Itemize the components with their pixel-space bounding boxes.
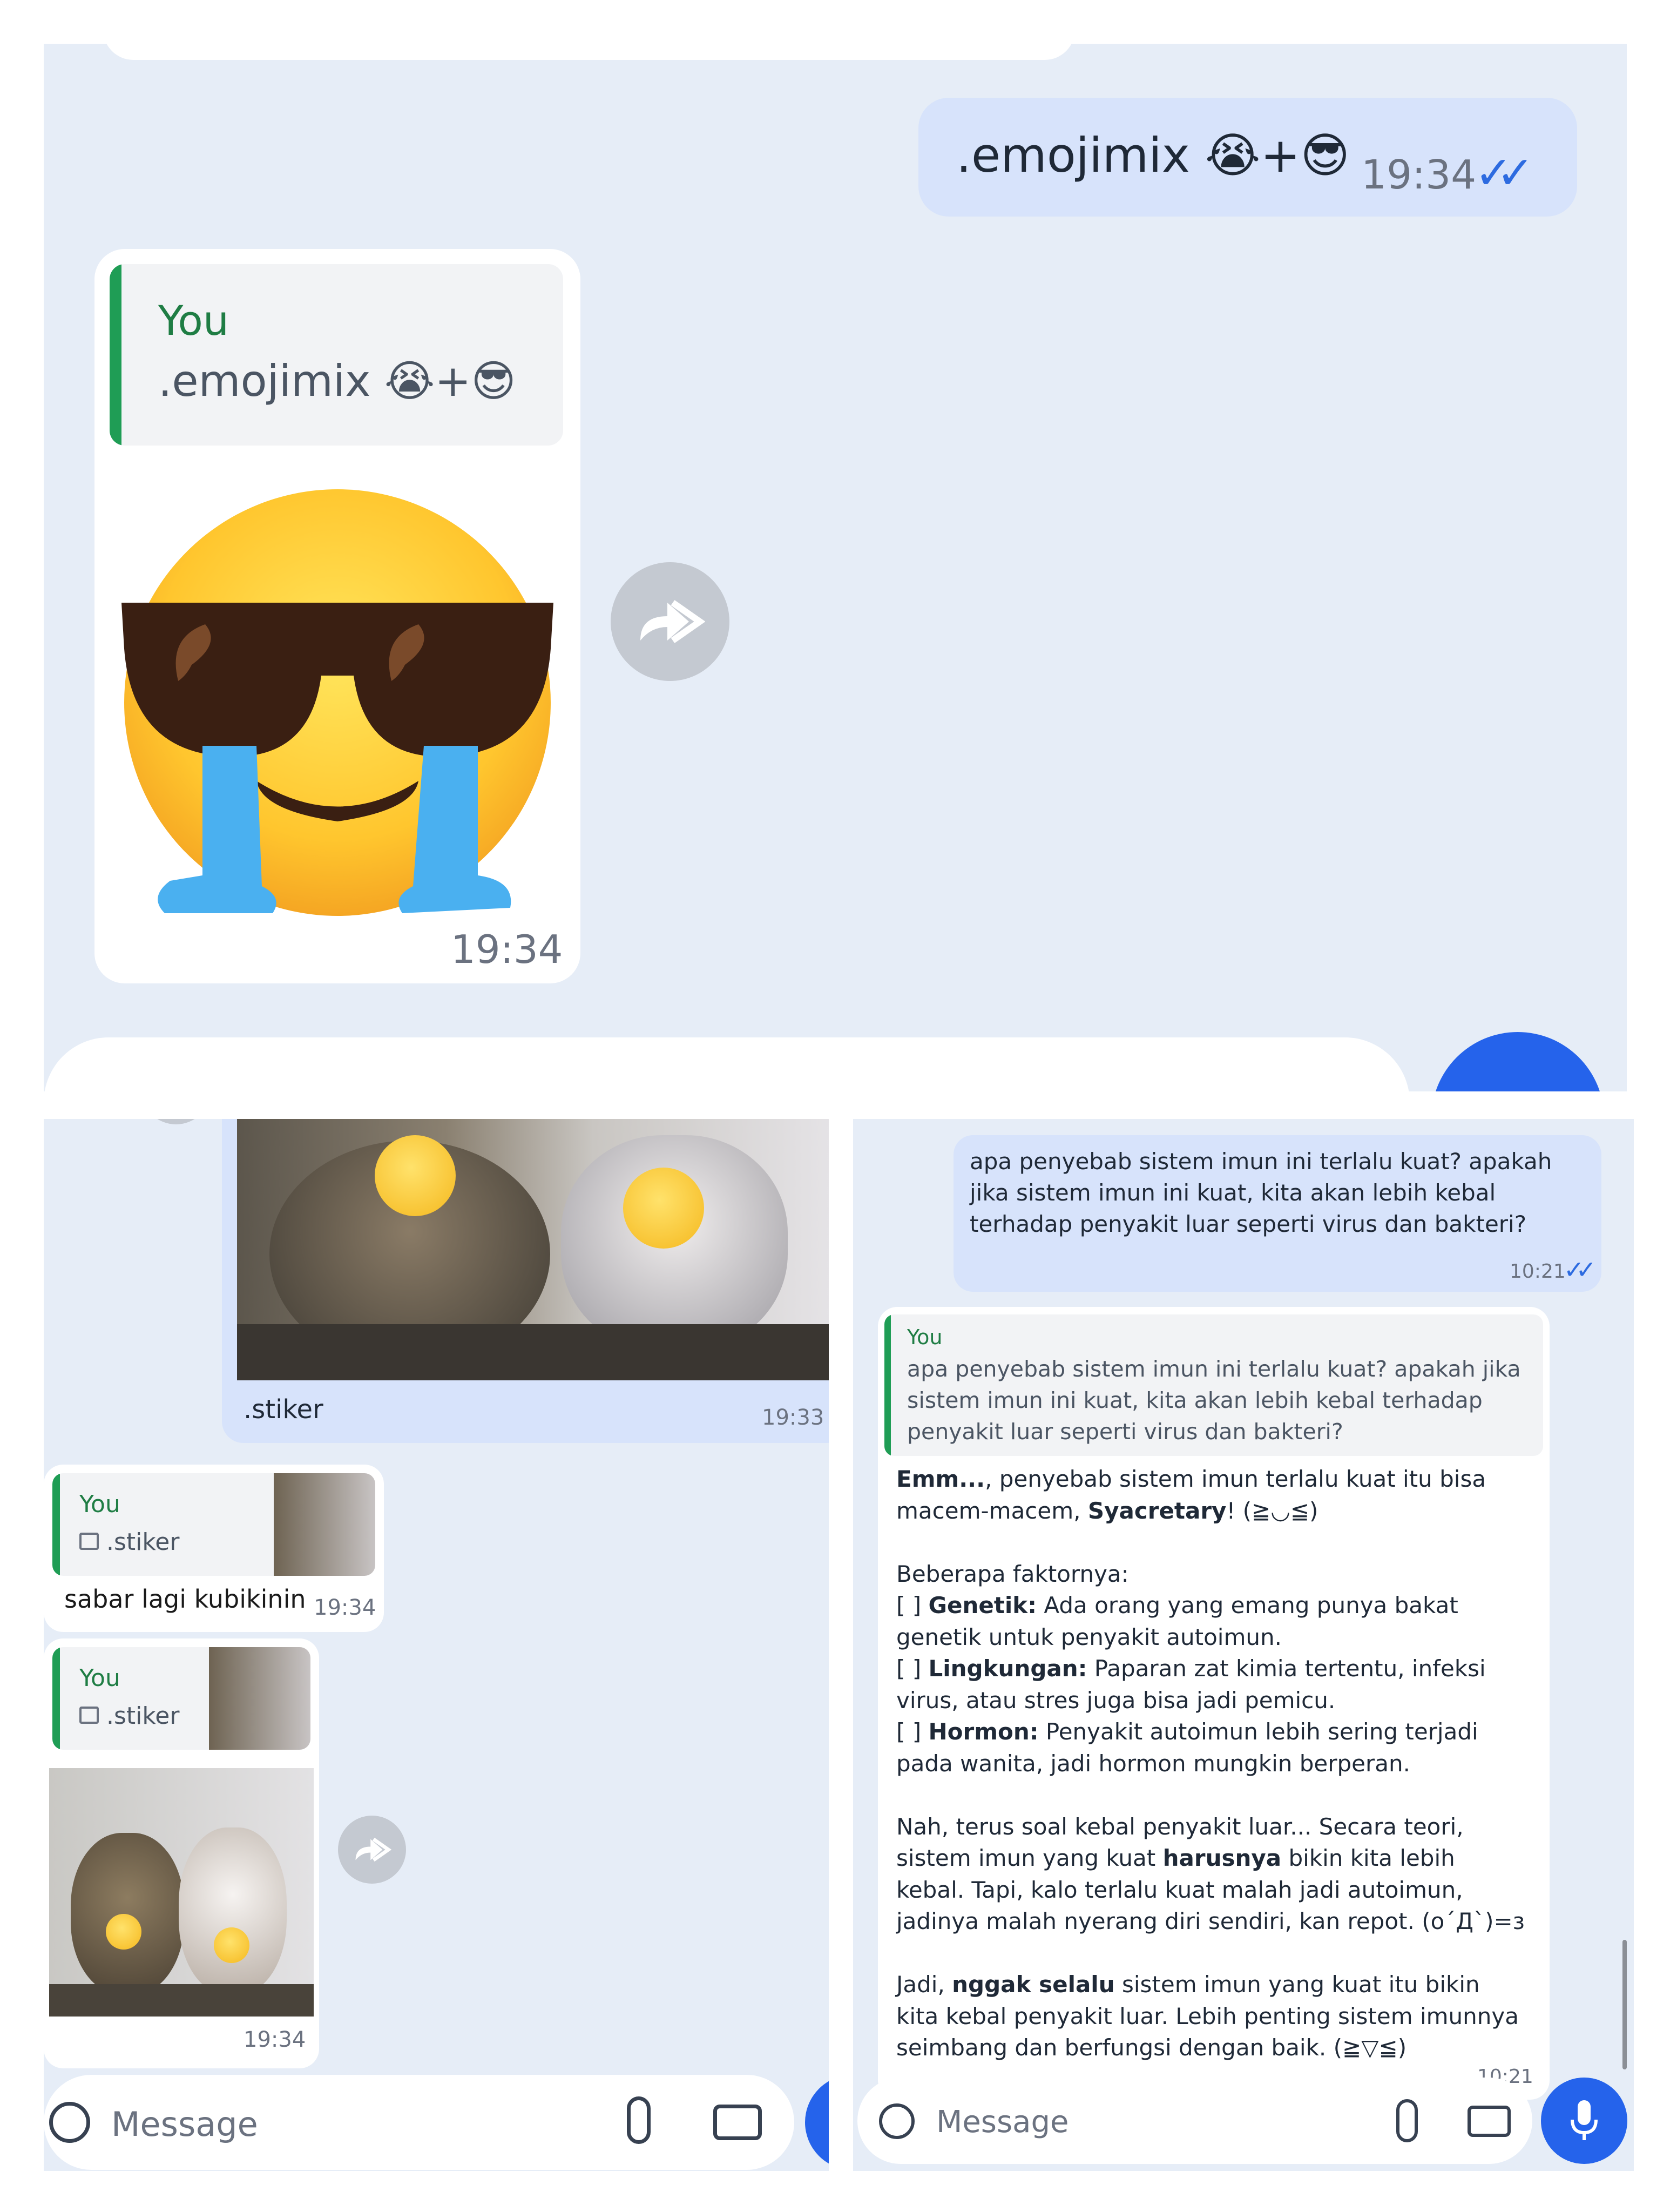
owl-cat-photo [237, 1119, 829, 1380]
mic-button[interactable] [1541, 2078, 1627, 2164]
message-time: 19:34 [244, 2027, 306, 2052]
incoming-reply-bubble[interactable]: You .stiker sabar lagi kubikinin 19:34 [44, 1465, 384, 1632]
quote-text: apa penyebab sistem imun ini terlalu kua… [907, 1356, 1521, 1445]
crying-sunglasses-emoji-sticker [121, 489, 553, 916]
message-time: 19:33 [762, 1405, 824, 1430]
quote-text: .emojimix 😭+😎 [158, 356, 516, 406]
outgoing-message-bubble[interactable]: .emojimix 😭+😎 19:34 ✓✓ [918, 98, 1577, 217]
quote-thumbnail [274, 1473, 375, 1576]
incoming-sticker-bubble[interactable]: You .stiker 19:34 [44, 1638, 319, 2068]
bold-text: Hormon: [928, 1718, 1039, 1745]
read-ticks-icon: ✓✓ [1475, 146, 1534, 199]
message-composer[interactable]: Message [44, 2075, 794, 2170]
attach-icon[interactable] [627, 2096, 651, 2144]
attach-icon[interactable] [1396, 2099, 1418, 2142]
forward-button[interactable] [611, 562, 729, 681]
message-time: 19:34 [1361, 152, 1477, 198]
bold-text: harusnya [1162, 1845, 1282, 1871]
incoming-reply-bubble[interactable]: You apa penyebab sistem imun ini terlalu… [878, 1307, 1550, 2100]
owl-cat-photo [49, 1768, 314, 2017]
message-time: 19:34 [314, 1595, 376, 1620]
neutral-face-icon [214, 1927, 249, 1963]
previous-message-bubble [103, 44, 1075, 60]
neutral-face-icon [106, 1914, 141, 1950]
camera-icon[interactable] [713, 2105, 762, 2140]
factors-heading: Beberapa faktornya: [896, 1560, 1129, 1587]
quote-author: You [79, 1491, 120, 1518]
outgoing-sticker-bubble[interactable]: .stiker 19:33 [222, 1119, 829, 1443]
quote-thumbnail [209, 1647, 310, 1750]
factor-item: [ ] Hormon: Penyakit autoimun lebih seri… [896, 1716, 1528, 1779]
sticker-icon[interactable] [49, 2102, 90, 2143]
message-input[interactable]: Message [111, 2105, 258, 2144]
bold-text: Lingkungan: [928, 1655, 1087, 1682]
bold-text: Genetik: [928, 1592, 1037, 1618]
forward-button[interactable] [141, 1119, 211, 1124]
chat-panel-bottom-left: .stiker 19:33 You .stiker sabar lagi kub… [44, 1119, 829, 2171]
sticker-icon[interactable] [879, 2103, 915, 2139]
scrollbar[interactable] [1622, 1940, 1627, 2069]
text-span: ! (≧◡≦) [1226, 1497, 1318, 1524]
incoming-sticker-bubble[interactable]: You .emojimix 😭+😎 19:34 [94, 249, 580, 983]
factor-item: [ ] Lingkungan: Paparan zat kimia terten… [896, 1653, 1528, 1716]
neutral-face-icon [623, 1168, 704, 1249]
reply-paragraph: Jadi, nggak selalu sistem imun yang kuat… [896, 1969, 1528, 2064]
message-composer[interactable]: Message [857, 2078, 1532, 2164]
quote-author: You [158, 296, 229, 345]
quote-author: You [907, 1325, 943, 1349]
message-text: apa penyebab sistem imun ini terlalu kua… [970, 1148, 1552, 1237]
reply-quote[interactable]: You .stiker [52, 1473, 375, 1576]
forward-button[interactable] [338, 1816, 406, 1884]
chat-panel-bottom-right: apa penyebab sistem imun ini terlalu kua… [853, 1119, 1634, 2171]
message-composer[interactable] [44, 1037, 1410, 1091]
quote-author: You [79, 1664, 120, 1692]
outgoing-message-bubble[interactable]: apa penyebab sistem imun ini terlalu kua… [954, 1135, 1601, 1292]
forward-icon [355, 1837, 391, 1862]
camera-icon[interactable] [1468, 2106, 1511, 2137]
reply-quote[interactable]: You apa penyebab sistem imun ini terlalu… [884, 1314, 1543, 1456]
text-span: Jadi, [896, 1971, 952, 1998]
microphone-icon [1571, 2100, 1598, 2140]
bold-text: Syacretary [1087, 1497, 1227, 1524]
quote-text: .stiker [106, 1702, 180, 1730]
reply-quote[interactable]: You .stiker [52, 1647, 310, 1750]
neutral-face-icon [375, 1135, 456, 1216]
message-text: sabar lagi kubikinin [64, 1584, 306, 1614]
reply-paragraph: Nah, terus soal kebal penyakit luar... S… [896, 1811, 1528, 1938]
bold-text: Emm... [896, 1466, 985, 1492]
send-button[interactable] [1431, 1032, 1604, 1091]
checkbox-marker: [ ] [896, 1718, 929, 1745]
chat-panel-top: .emojimix 😭+😎 19:34 ✓✓ You .emojimix 😭+😎 [44, 44, 1627, 1091]
reply-body: Emm..., penyebab sistem imun terlalu kua… [896, 1464, 1528, 2064]
factor-item: [ ] Genetik: Ada orang yang emang punya … [896, 1590, 1528, 1653]
reply-quote[interactable]: You .emojimix 😭+😎 [110, 264, 563, 446]
bold-text: nggak selalu [952, 1971, 1115, 1998]
message-input[interactable]: Message [936, 2105, 1069, 2140]
image-icon [79, 1533, 99, 1550]
sticker-caption: .stiker [244, 1394, 323, 1425]
checkbox-marker: [ ] [896, 1655, 929, 1682]
message-time: 10:21 [1510, 1260, 1566, 1283]
image-icon [79, 1707, 99, 1724]
send-button[interactable] [805, 2075, 829, 2170]
read-ticks-icon: ✓✓ [1564, 1255, 1597, 1284]
message-text: .emojimix 😭+😎 [956, 127, 1350, 183]
checkbox-marker: [ ] [896, 1592, 929, 1618]
reply-intro: Emm..., penyebab sistem imun terlalu kua… [896, 1464, 1528, 1527]
message-time: 19:34 [451, 927, 563, 972]
forward-icon [640, 600, 705, 643]
quote-text: .stiker [106, 1528, 180, 1556]
